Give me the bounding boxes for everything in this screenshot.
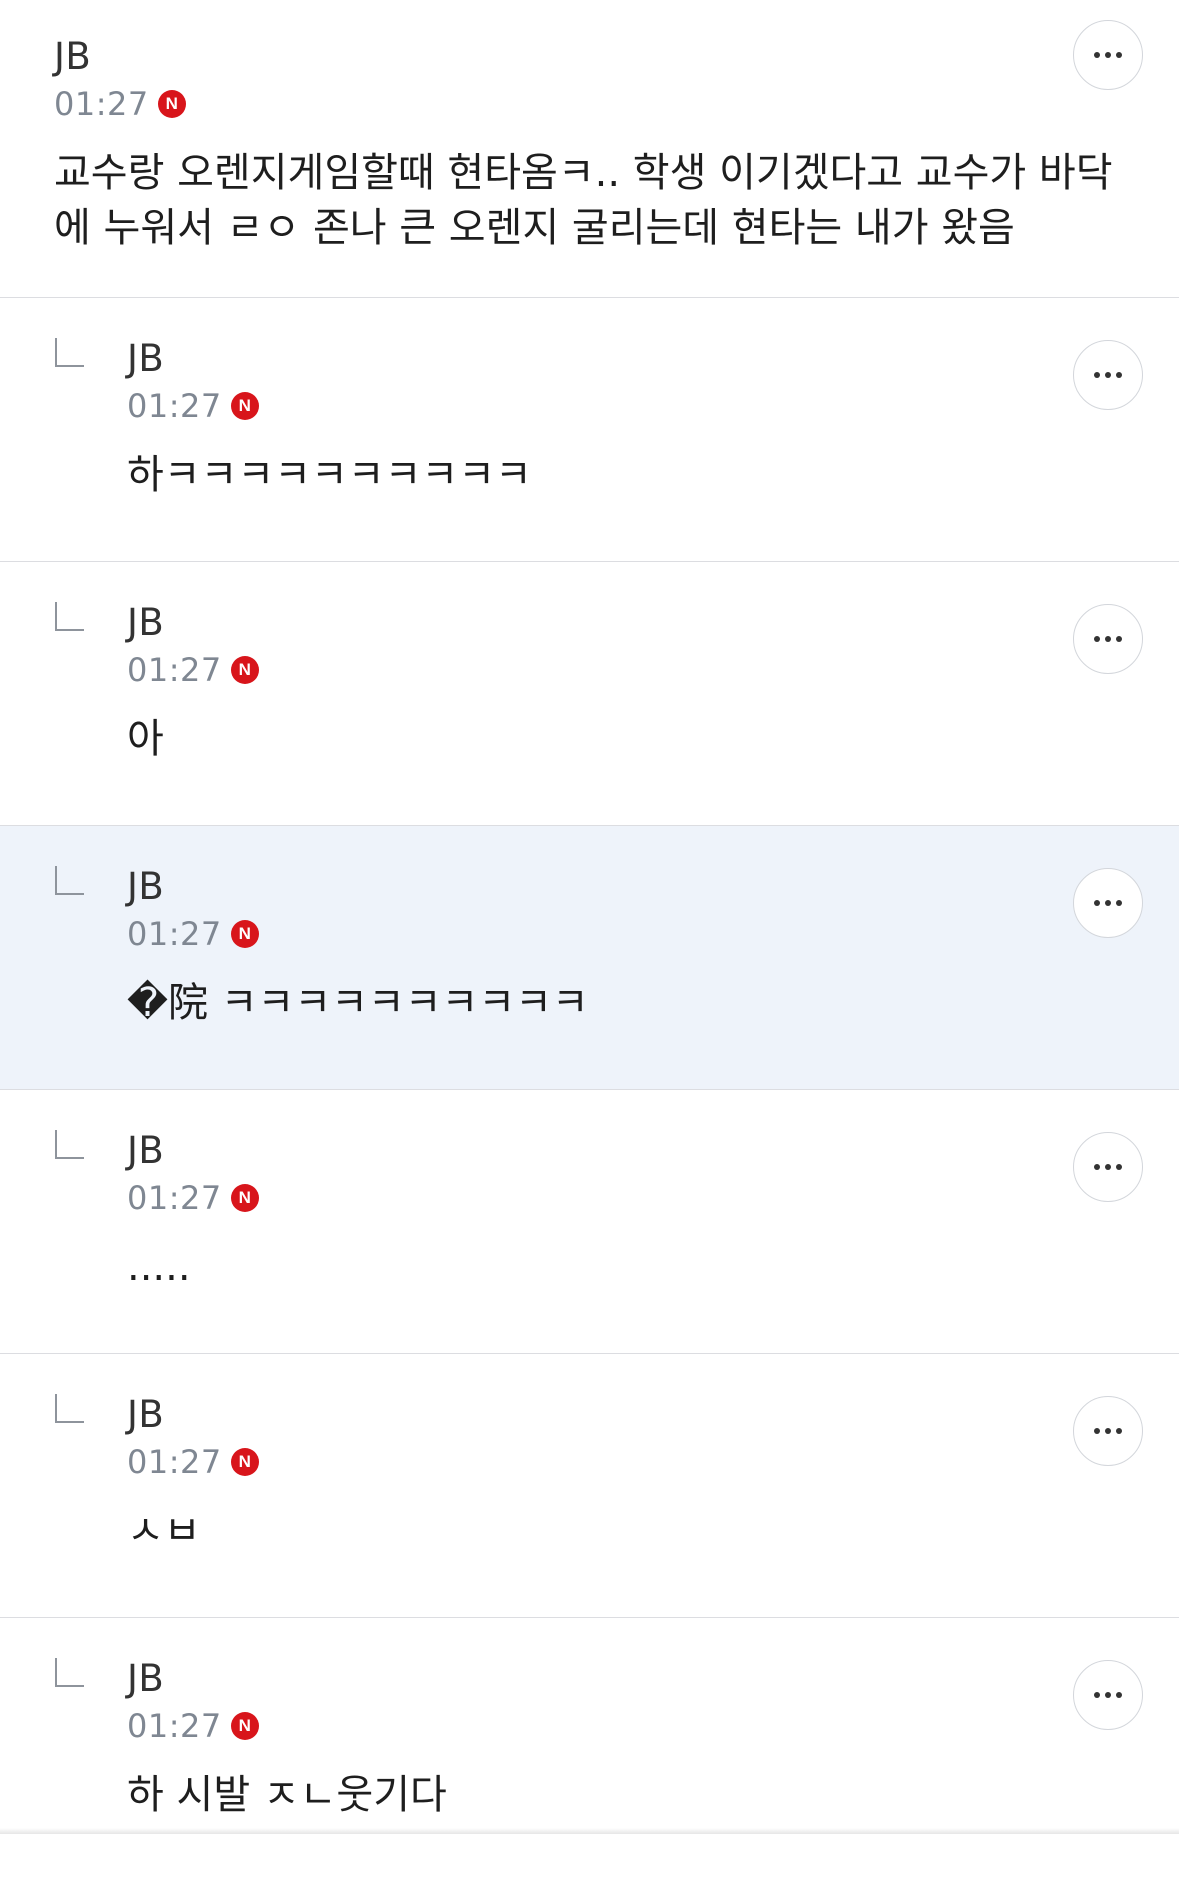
reply-author[interactable]: JB: [127, 340, 164, 377]
reply-comment: JB 01:27 N .....: [0, 1090, 1179, 1354]
reply-time: 01:27: [127, 918, 222, 950]
more-horizontal-icon: [1094, 1428, 1122, 1434]
naver-n-badge-icon: N: [231, 1184, 259, 1212]
reply-comment: JB 01:27 N 하ㅋㅋㅋㅋㅋㅋㅋㅋㅋㅋ: [0, 298, 1179, 562]
more-horizontal-icon: [1094, 52, 1122, 58]
reply-text: 하ㅋㅋㅋㅋㅋㅋㅋㅋㅋㅋ: [127, 448, 532, 503]
comment-author[interactable]: JB: [54, 38, 91, 75]
comment-meta: 01:27 N: [54, 88, 186, 120]
reply-author[interactable]: JB: [127, 868, 164, 905]
naver-n-badge-icon: N: [231, 1448, 259, 1476]
more-options-button[interactable]: [1073, 868, 1143, 938]
more-horizontal-icon: [1094, 636, 1122, 642]
more-options-button[interactable]: [1073, 20, 1143, 90]
reply-text: 하 시발 ㅈㄴ웃기다: [127, 1768, 447, 1823]
reply-meta: 01:27 N: [127, 654, 259, 686]
reply-time: 01:27: [127, 1710, 222, 1742]
reply-author[interactable]: JB: [127, 1132, 164, 1169]
naver-n-badge-icon: N: [231, 920, 259, 948]
reply-comment: JB 01:27 N 하 시발 ㅈㄴ웃기다: [0, 1618, 1179, 1894]
reply-meta: 01:27 N: [127, 1446, 259, 1478]
reply-arrow-icon: [54, 338, 84, 368]
comment-time: 01:27: [54, 88, 149, 120]
reply-arrow-icon: [54, 602, 84, 632]
reply-meta: 01:27 N: [127, 1710, 259, 1742]
more-horizontal-icon: [1094, 1692, 1122, 1698]
reply-comment-highlighted: JB 01:27 N �院 ㅋㅋㅋㅋㅋㅋㅋㅋㅋㅋ: [0, 826, 1179, 1090]
naver-n-badge-icon: N: [231, 656, 259, 684]
reply-meta: 01:27 N: [127, 1182, 259, 1214]
reply-author[interactable]: JB: [127, 1396, 164, 1433]
reply-author[interactable]: JB: [127, 1660, 164, 1697]
more-horizontal-icon: [1094, 372, 1122, 378]
reply-author[interactable]: JB: [127, 604, 164, 641]
reply-arrow-icon: [54, 866, 84, 896]
more-options-button[interactable]: [1073, 1396, 1143, 1466]
naver-n-badge-icon: N: [231, 392, 259, 420]
reply-arrow-icon: [54, 1394, 84, 1424]
reply-meta: 01:27 N: [127, 390, 259, 422]
reply-text: ㅅㅂ: [127, 1504, 201, 1559]
reply-arrow-icon: [54, 1658, 84, 1688]
reply-text: 아: [127, 712, 164, 767]
reply-time: 01:27: [127, 390, 222, 422]
naver-n-badge-icon: N: [158, 90, 186, 118]
reply-comment: JB 01:27 N ㅅㅂ: [0, 1354, 1179, 1618]
comment-text: 교수랑 오렌지게임할때 현타옴ㅋ.. 학생 이기겠다고 교수가 바닥에 누워서 …: [54, 146, 1114, 256]
more-horizontal-icon: [1094, 900, 1122, 906]
reply-meta: 01:27 N: [127, 918, 259, 950]
reply-text: .....: [127, 1240, 191, 1295]
more-options-button[interactable]: [1073, 604, 1143, 674]
more-options-button[interactable]: [1073, 1660, 1143, 1730]
reply-time: 01:27: [127, 1182, 222, 1214]
more-options-button[interactable]: [1073, 340, 1143, 410]
more-options-button[interactable]: [1073, 1132, 1143, 1202]
reply-time: 01:27: [127, 1446, 222, 1478]
reply-text: �院 ㅋㅋㅋㅋㅋㅋㅋㅋㅋㅋ: [127, 976, 589, 1031]
reply-comment: JB 01:27 N 아: [0, 562, 1179, 826]
reply-arrow-icon: [54, 1130, 84, 1160]
naver-n-badge-icon: N: [231, 1712, 259, 1740]
comment: JB 01:27 N 교수랑 오렌지게임할때 현타옴ㅋ.. 학생 이기겠다고 교…: [0, 0, 1179, 298]
reply-time: 01:27: [127, 654, 222, 686]
bottom-edge-shadow: [0, 1828, 1179, 1834]
more-horizontal-icon: [1094, 1164, 1122, 1170]
